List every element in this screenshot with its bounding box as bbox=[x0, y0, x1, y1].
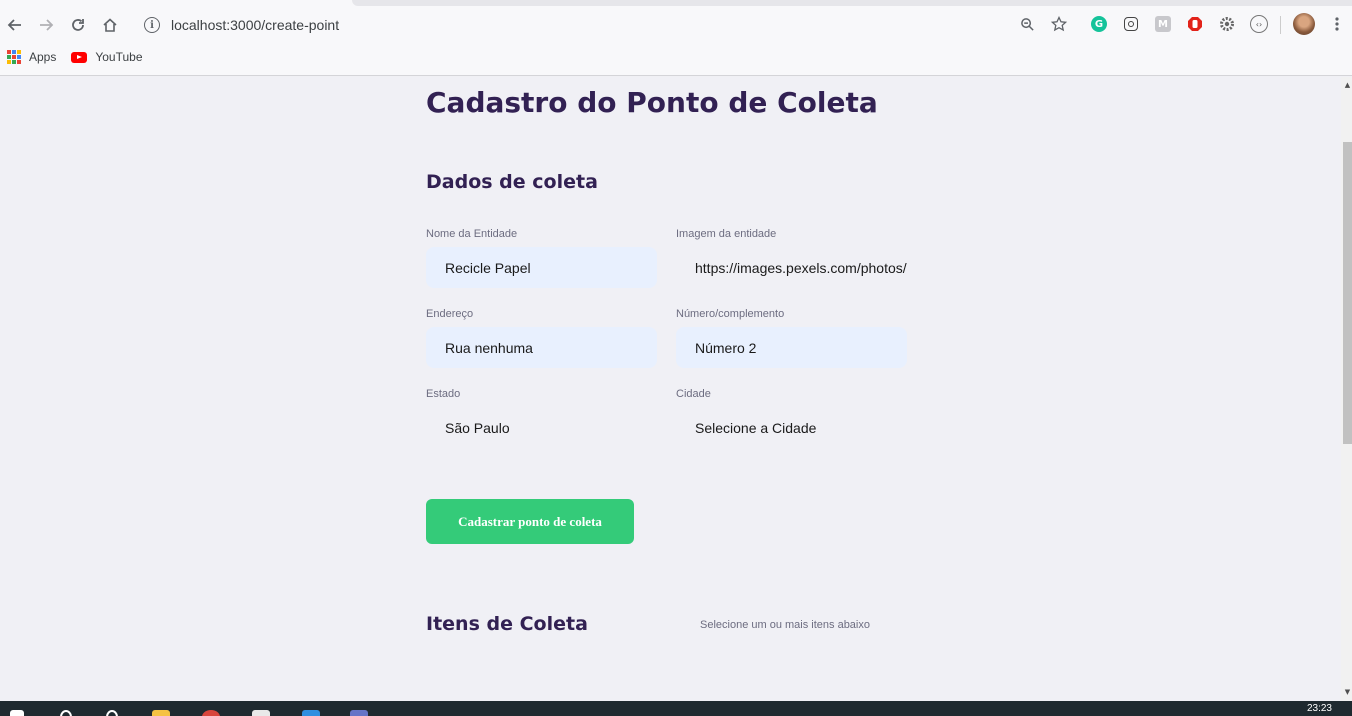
page-title: Cadastro do Ponto de Coleta bbox=[426, 86, 878, 119]
site-info-icon[interactable]: i bbox=[144, 17, 160, 33]
address-input[interactable]: Rua nenhuma bbox=[426, 327, 657, 368]
state-select[interactable]: São Paulo bbox=[426, 407, 657, 448]
home-icon[interactable] bbox=[98, 13, 122, 37]
settings-gear-icon[interactable] bbox=[1217, 14, 1237, 34]
vscode-icon[interactable] bbox=[302, 710, 320, 716]
adblock-icon[interactable] bbox=[1185, 14, 1205, 34]
bookmarks-bar: Apps YouTube bbox=[0, 45, 1352, 69]
section-title: Dados de coleta bbox=[426, 171, 598, 193]
bookmark-label: Apps bbox=[29, 50, 57, 64]
code-extension-icon[interactable]: ‹› bbox=[1249, 14, 1269, 34]
tab-strip bbox=[352, 0, 1352, 6]
scroll-up-icon[interactable]: ▲ bbox=[1343, 81, 1352, 89]
extension-m-icon[interactable]: M bbox=[1153, 14, 1173, 34]
number-input[interactable]: Número 2 bbox=[676, 327, 907, 368]
taskbar-clock: 23:23 bbox=[1306, 703, 1332, 714]
entity-name-input[interactable]: Recicle Papel bbox=[426, 247, 657, 288]
url-text: localhost:3000/create-point bbox=[171, 17, 340, 33]
page-content bbox=[0, 77, 1341, 701]
entity-image-label: Imagem da entidade bbox=[676, 228, 777, 240]
entity-name-label: Nome da Entidade bbox=[426, 228, 518, 240]
app-icon[interactable] bbox=[252, 710, 270, 716]
forward-icon[interactable] bbox=[34, 13, 58, 37]
items-section-hint: Selecione um ou mais itens abaixo bbox=[700, 619, 870, 631]
file-explorer-icon[interactable] bbox=[152, 710, 170, 716]
scrollbar-thumb[interactable] bbox=[1343, 142, 1352, 444]
scroll-down-icon[interactable]: ▼ bbox=[1343, 688, 1352, 696]
reload-icon[interactable] bbox=[66, 13, 90, 37]
zoom-icon[interactable] bbox=[1017, 14, 1037, 34]
profile-avatar[interactable] bbox=[1293, 13, 1315, 35]
submit-button[interactable]: Cadastrar ponto de coleta bbox=[426, 499, 634, 544]
youtube-icon bbox=[71, 51, 88, 63]
city-select[interactable]: Selecione a Cidade bbox=[676, 407, 907, 448]
city-label: Cidade bbox=[676, 388, 711, 400]
app-icon[interactable] bbox=[350, 710, 368, 716]
windows-taskbar: 23:23 bbox=[0, 701, 1352, 716]
browser-toolbar: i localhost:3000/create-point G M ‹› App… bbox=[0, 0, 1352, 76]
toolbar-divider bbox=[1280, 16, 1281, 34]
search-icon[interactable] bbox=[60, 710, 72, 716]
menu-kebab-icon[interactable] bbox=[1327, 14, 1347, 34]
cortana-icon[interactable] bbox=[106, 710, 118, 716]
bookmark-label: YouTube bbox=[95, 50, 143, 64]
address-label: Endereço bbox=[426, 308, 474, 320]
start-icon[interactable] bbox=[10, 710, 24, 716]
grammarly-icon[interactable]: G bbox=[1089, 14, 1109, 34]
instagram-icon[interactable] bbox=[1121, 14, 1141, 34]
items-section-title: Itens de Coleta bbox=[426, 613, 588, 635]
address-bar[interactable]: i localhost:3000/create-point bbox=[135, 9, 1015, 41]
state-label: Estado bbox=[426, 388, 461, 400]
chrome-icon[interactable] bbox=[202, 710, 220, 716]
bookmark-youtube[interactable]: YouTube bbox=[71, 50, 143, 64]
entity-image-input[interactable]: https://images.pexels.com/photos/ bbox=[676, 247, 907, 288]
bookmark-apps[interactable]: Apps bbox=[7, 50, 56, 64]
back-icon[interactable] bbox=[3, 13, 27, 37]
bookmark-star-icon[interactable] bbox=[1049, 14, 1069, 34]
apps-grid-icon bbox=[7, 50, 21, 64]
number-label: Número/complemento bbox=[676, 308, 785, 320]
